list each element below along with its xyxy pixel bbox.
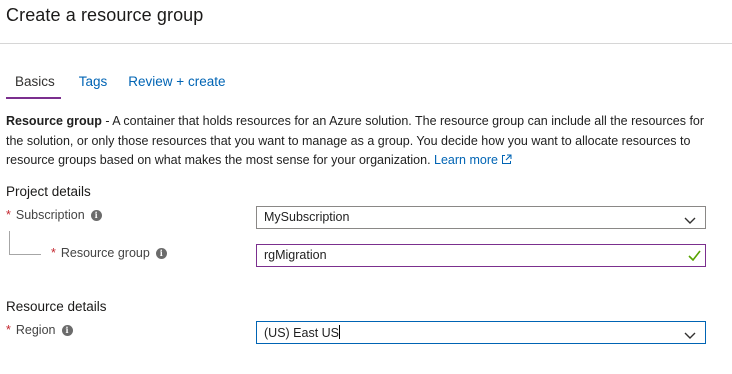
info-icon[interactable]: i <box>155 247 167 259</box>
subscription-label-text: Subscription <box>15 208 85 222</box>
subscription-label: * Subscription i <box>6 208 102 222</box>
tree-connector-horizontal <box>9 254 41 255</box>
region-label: * Region i <box>6 323 73 337</box>
title-divider <box>0 43 732 44</box>
region-value: (US) East US <box>264 326 340 340</box>
tree-connector-vertical <box>9 231 10 254</box>
tab-tags[interactable]: Tags <box>79 72 108 96</box>
info-icon[interactable]: i <box>90 209 102 221</box>
project-details-heading: Project details <box>6 184 91 199</box>
description-text: - A container that holds resources for a… <box>6 114 705 167</box>
tab-basics[interactable]: Basics <box>15 72 55 96</box>
learn-more-link[interactable]: Learn more <box>434 153 498 167</box>
tab-bar: Basics Tags Review + create <box>6 72 225 99</box>
resource-details-heading: Resource details <box>6 299 107 314</box>
resource-group-input[interactable]: rgMigration <box>256 244 706 267</box>
description: Resource group - A container that holds … <box>6 112 721 172</box>
region-label-text: Region <box>15 323 56 337</box>
text-cursor <box>339 325 341 339</box>
resource-group-label: * Resource group i <box>51 246 167 260</box>
required-asterisk: * <box>6 323 11 337</box>
subscription-dropdown[interactable]: MySubscription <box>256 206 706 229</box>
resource-group-value: rgMigration <box>264 248 327 262</box>
info-icon[interactable]: i <box>61 324 73 336</box>
region-dropdown[interactable]: (US) East US <box>256 321 706 344</box>
required-asterisk: * <box>51 246 56 260</box>
required-asterisk: * <box>6 208 11 222</box>
chevron-down-icon <box>684 329 696 343</box>
page-title: Create a resource group <box>6 5 204 25</box>
subscription-value: MySubscription <box>264 210 350 224</box>
external-link-icon[interactable] <box>501 152 512 172</box>
resource-group-label-text: Resource group <box>60 246 150 260</box>
create-resource-group-page: Create a resource group Basics Tags Revi… <box>0 0 732 374</box>
valid-checkmark-icon <box>688 250 701 264</box>
chevron-down-icon <box>684 214 696 228</box>
active-tab-indicator <box>6 97 61 99</box>
description-lead: Resource group <box>6 114 102 128</box>
tab-review-create[interactable]: Review + create <box>128 72 225 96</box>
